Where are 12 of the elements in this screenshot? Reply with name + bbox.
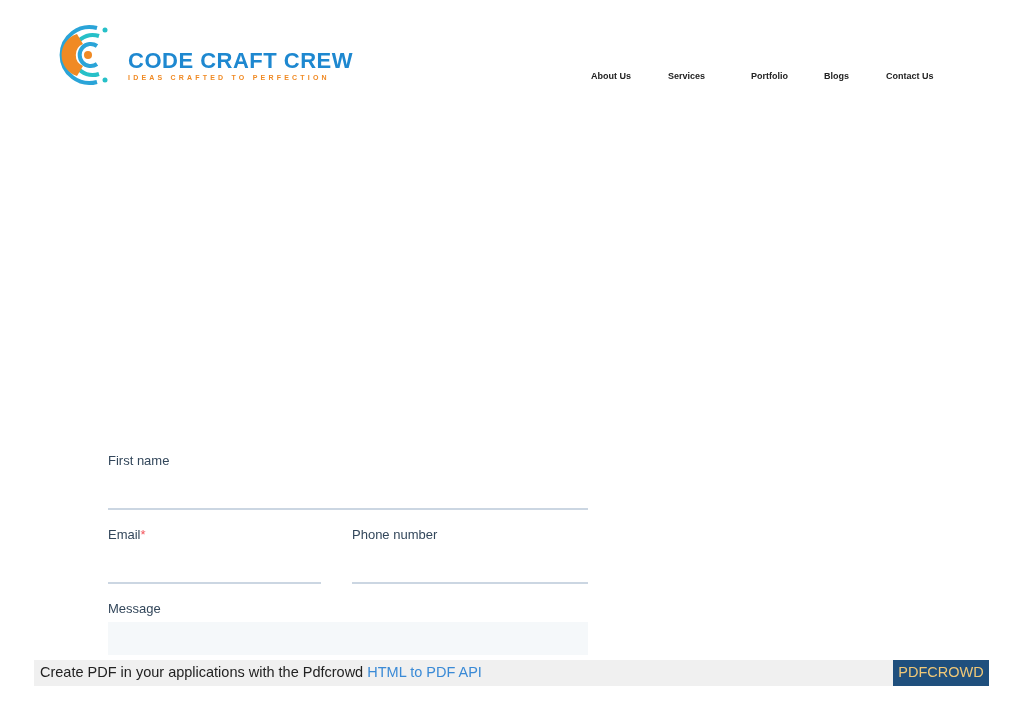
nav-link[interactable]: Services (668, 70, 706, 84)
field-label: Phone number (352, 527, 439, 543)
pdfcrowd-button[interactable]: PDFCROWD (893, 660, 989, 686)
footer-text: Create PDF in your applications with the Pdfcrowd HTML to PDF API (40, 663, 482, 683)
field-label: First name (108, 453, 171, 469)
nav-link[interactable]: Contact Us (886, 70, 934, 84)
nav-link[interactable]: About Us (591, 70, 632, 84)
logo-name: CODE CRAFT CREW (128, 49, 354, 73)
nav-link[interactable]: Blogs (824, 70, 850, 84)
field-label: Message (108, 601, 162, 617)
field-label: Email* (108, 527, 147, 543)
nav-link[interactable]: Portfolio (751, 70, 789, 84)
